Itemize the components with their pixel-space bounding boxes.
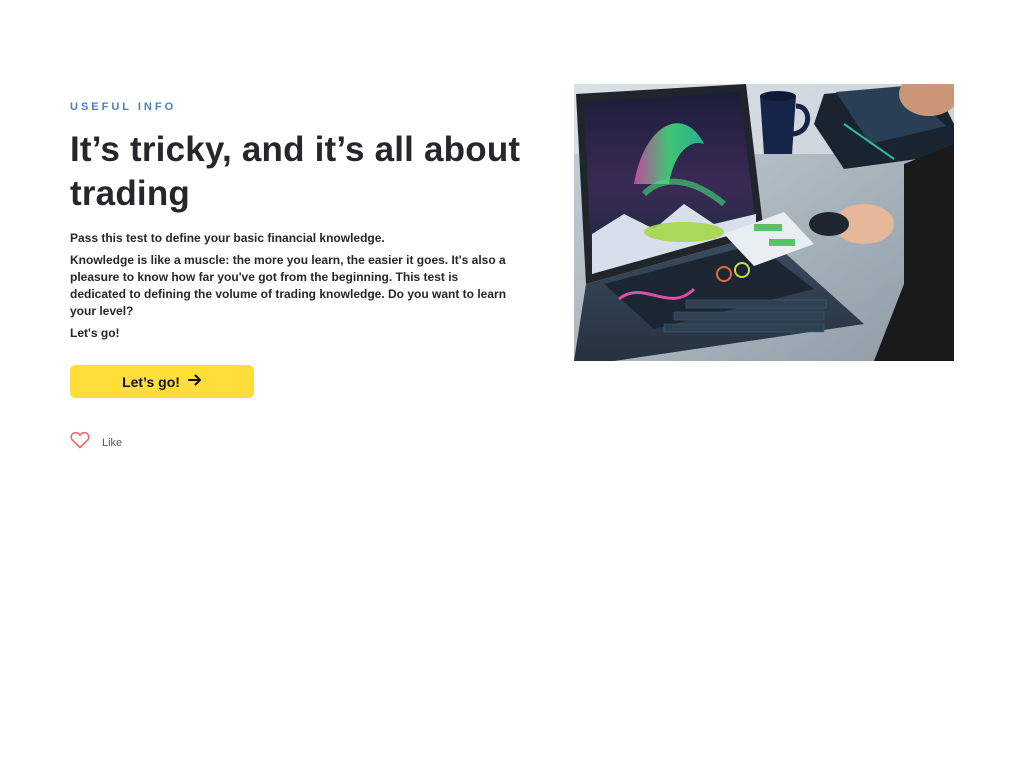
arrow-right-icon: [187, 374, 202, 389]
lead-text: Pass this test to define your basic fina…: [70, 231, 385, 245]
page: USEFUL INFO It’s tricky, and it’s all ab…: [0, 0, 1024, 768]
like-button[interactable]: Like: [70, 431, 140, 454]
lets-go-button-label: Let’s go!: [122, 373, 180, 390]
hero-image: [574, 84, 954, 361]
page-title: It’s tricky, and it’s all about trading: [70, 130, 521, 213]
lets-go-button[interactable]: Let’s go!: [70, 365, 254, 398]
cta-text: Let's go!: [70, 326, 120, 340]
laptop-photo-illustration: [574, 84, 954, 361]
section-eyebrow: USEFUL INFO: [70, 101, 177, 113]
heart-icon: [70, 431, 90, 454]
description-text: Knowledge is like a muscle: the more you…: [70, 253, 507, 318]
like-label: Like: [102, 436, 123, 449]
content-column: USEFUL INFO It’s tricky, and it’s all ab…: [70, 100, 550, 454]
